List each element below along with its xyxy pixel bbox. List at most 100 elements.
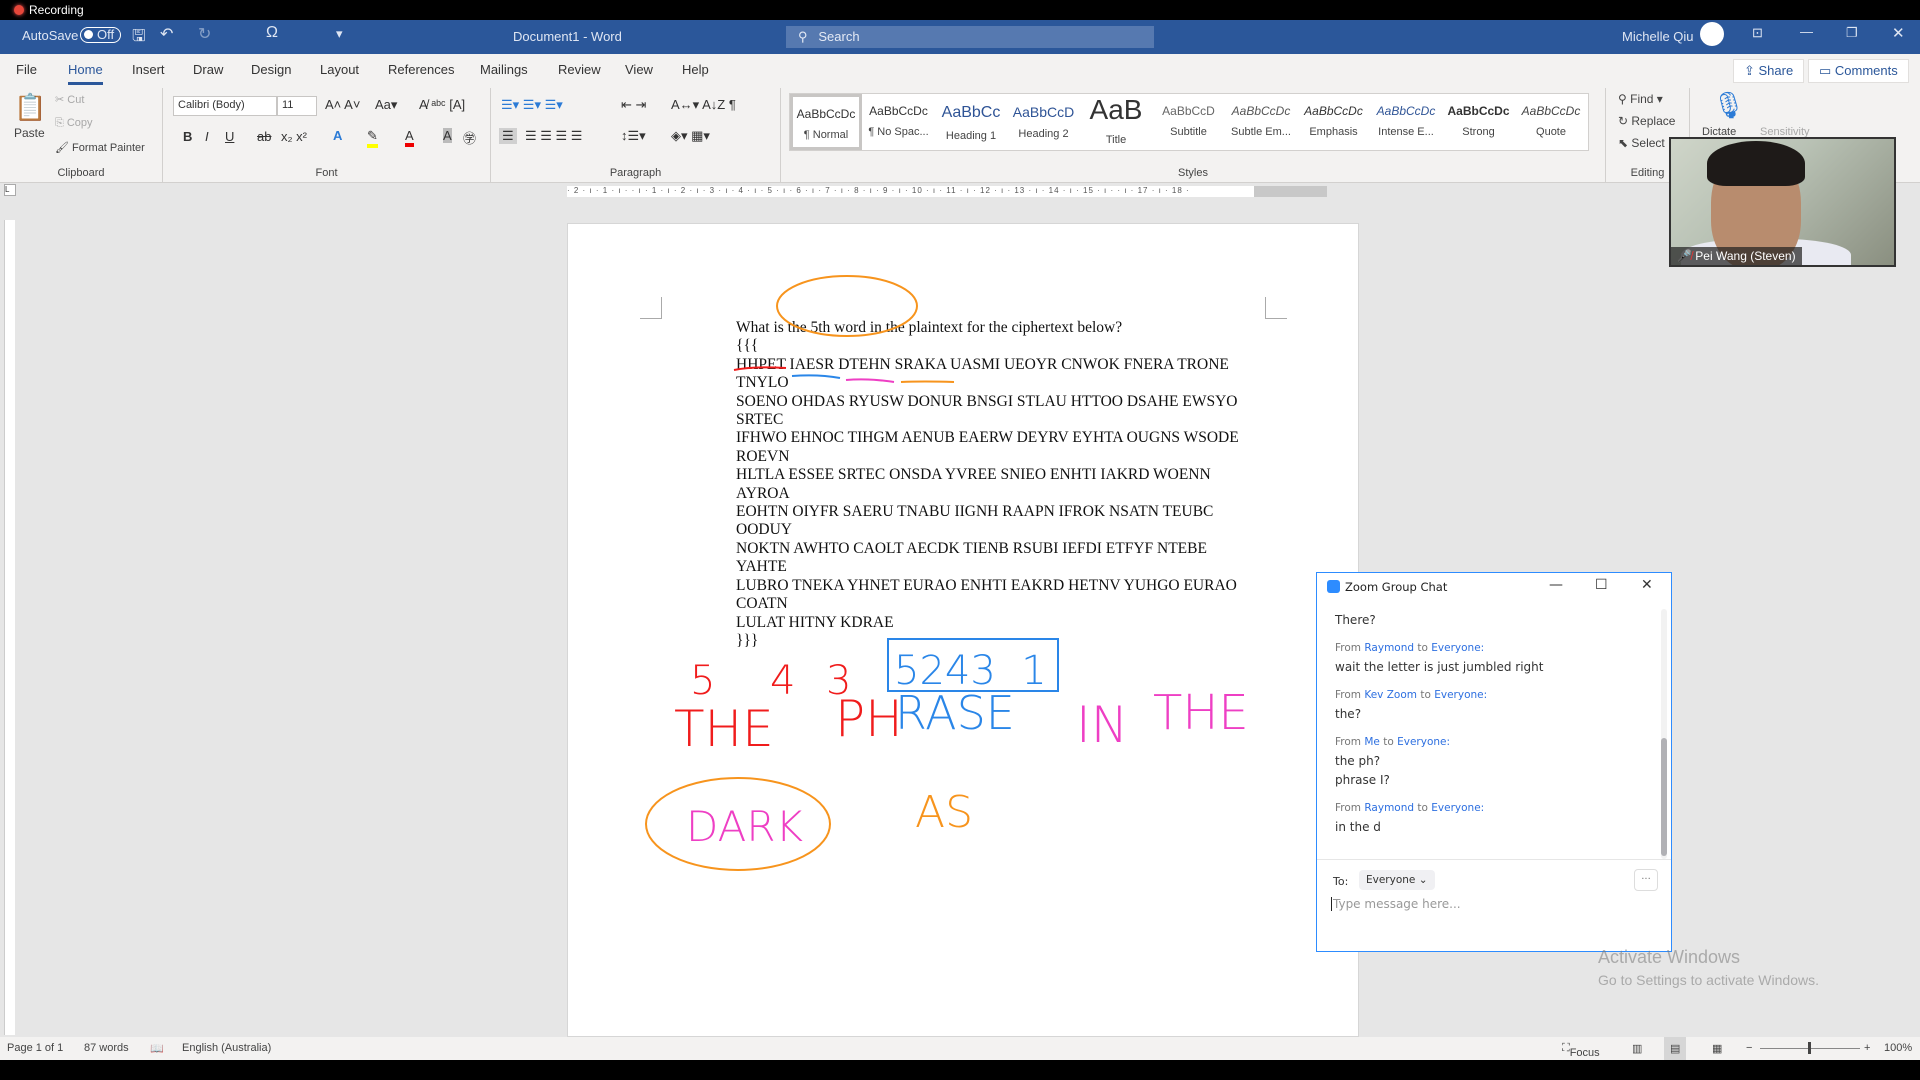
highlight-icon[interactable]: ✎ — [367, 128, 378, 148]
cut-button[interactable]: ✂ Cut — [55, 93, 84, 106]
borders-icon[interactable]: ◈▾ ▦▾ — [671, 128, 710, 144]
tab-view[interactable]: View — [625, 62, 653, 77]
close-icon[interactable]: ✕ — [1892, 24, 1905, 42]
replace-button[interactable]: ↻ Replace — [1618, 114, 1675, 128]
comments-button[interactable]: ▭ Comments — [1808, 59, 1909, 83]
focus-button[interactable]: ⛶ Focus — [1562, 1042, 1600, 1059]
style-emphasis[interactable]: AaBbCcDc Emphasis — [1298, 94, 1370, 150]
style-normal[interactable]: AaBbCcDc ¶ Normal — [790, 94, 862, 150]
indent-icon[interactable]: ⇤ ⇥ — [621, 97, 646, 113]
sender-name[interactable]: Raymond — [1364, 802, 1414, 814]
tab-mailings[interactable]: Mailings — [480, 62, 528, 77]
paste-icon[interactable]: 📋 — [14, 92, 46, 123]
font-color-icon[interactable]: A — [405, 128, 414, 147]
underline-icon[interactable]: U — [225, 129, 234, 144]
word-count[interactable]: 87 words — [84, 1042, 129, 1054]
user-name[interactable]: Michelle Qiu — [1622, 29, 1694, 44]
style-quote[interactable]: AaBbCcDc Quote — [1515, 94, 1587, 150]
sender-name[interactable]: Kev Zoom — [1364, 689, 1417, 701]
document-page[interactable]: What is the 5th word in the plaintext fo… — [567, 223, 1359, 1037]
sender-name[interactable]: Me — [1364, 736, 1380, 748]
chat-titlebar[interactable]: Zoom Group Chat — ☐ ✕ — [1317, 573, 1671, 601]
change-case-icon[interactable]: Aa▾ — [375, 97, 397, 113]
print-layout-icon[interactable]: ▤ — [1664, 1037, 1687, 1060]
sort-icon[interactable]: A↔▾ A↓Z ¶ — [671, 97, 736, 113]
font-size-select[interactable]: 11 — [277, 96, 317, 116]
tab-draw[interactable]: Draw — [193, 62, 223, 77]
tab-design[interactable]: Design — [251, 62, 291, 77]
ribbon-display-icon[interactable]: ⊡ — [1752, 25, 1763, 41]
tab-home[interactable]: Home — [68, 62, 103, 85]
ribbon: 📋 Paste ✂ Cut ⎘ Copy 🖌 Format Painter Cl… — [0, 88, 1920, 183]
clear-formatting-icon[interactable]: A̸ ᵃᵇᶜ [A] — [419, 97, 465, 112]
style-no-spac[interactable]: AaBbCcDc ¶ No Spac... — [863, 94, 935, 150]
autosave-toggle[interactable]: Off — [80, 27, 122, 43]
customize-toolbar-icon[interactable]: ▾ — [336, 26, 343, 42]
redo-icon[interactable]: ↻ — [198, 24, 211, 44]
video-thumbnail[interactable]: 🎤̸ Pei Wang (Steven) — [1669, 137, 1896, 267]
search-input[interactable]: ⚲ Search — [786, 26, 1154, 48]
strikethrough-icon[interactable]: ab — [257, 129, 271, 144]
style-heading-1[interactable]: AaBbCc Heading 1 — [935, 94, 1007, 150]
bold-icon[interactable]: B — [183, 129, 192, 144]
copy-button[interactable]: ⎘ Copy — [55, 117, 93, 130]
format-painter-button[interactable]: 🖌 Format Painter — [55, 141, 145, 154]
zoom-in-icon[interactable]: + — [1864, 1042, 1870, 1054]
minimize-icon[interactable]: — — [1800, 24, 1813, 39]
line-spacing-icon[interactable]: ↕☰▾ — [621, 128, 646, 144]
find-button[interactable]: ⚲ Find ▾ — [1618, 92, 1663, 106]
symbol-icon[interactable]: Ω — [266, 24, 278, 42]
style-subtitle[interactable]: AaBbCcD Subtitle — [1153, 94, 1225, 150]
style-subtle-em[interactable]: AaBbCcDc Subtle Em... — [1225, 94, 1297, 150]
page-count[interactable]: Page 1 of 1 — [7, 1042, 63, 1054]
style-strong[interactable]: AaBbCcDc Strong — [1443, 94, 1515, 150]
grow-font-icon[interactable]: A˄ A˅ — [325, 97, 360, 112]
maximize-icon[interactable]: ☐ — [1595, 577, 1608, 593]
zoom-level[interactable]: 100% — [1884, 1042, 1912, 1054]
web-layout-icon[interactable]: ▦ — [1712, 1042, 1722, 1055]
share-button[interactable]: ⇪ Share — [1733, 59, 1805, 83]
style-heading-2[interactable]: AaBbCcD Heading 2 — [1008, 94, 1080, 150]
more-options-button[interactable]: ··· — [1634, 869, 1658, 891]
bullets-icon[interactable]: ☰▾ ☰▾ ☰▾ — [501, 97, 563, 113]
zoom-out-icon[interactable]: − — [1746, 1042, 1752, 1054]
paste-button[interactable]: Paste — [14, 126, 45, 140]
enclose-icon[interactable]: ㊫ — [463, 128, 476, 147]
tab-references[interactable]: References — [388, 62, 454, 77]
microphone-icon[interactable]: 🎙 — [1712, 90, 1745, 121]
tab-selector[interactable]: L — [4, 184, 16, 196]
save-icon[interactable]: 🖫 — [132, 25, 146, 52]
style-intense-e[interactable]: AaBbCcDc Intense E... — [1370, 94, 1442, 150]
undo-icon[interactable]: ↶ — [160, 24, 173, 44]
tab-file[interactable]: File — [16, 62, 37, 77]
proofing-icon[interactable]: 📖 — [150, 1042, 164, 1055]
tab-layout[interactable]: Layout — [320, 62, 359, 77]
recipient-dropdown[interactable]: Everyone ⌄ — [1359, 870, 1435, 890]
vertical-ruler[interactable] — [4, 220, 15, 1035]
font-name-select[interactable]: Calibri (Body) — [173, 96, 277, 116]
italic-icon[interactable]: I — [205, 129, 209, 144]
style-name: Strong — [1462, 126, 1495, 138]
style-title[interactable]: AaB Title — [1080, 94, 1152, 150]
chat-scrollbar-thumb[interactable] — [1661, 738, 1667, 856]
sender-name[interactable]: Raymond — [1364, 642, 1414, 654]
tab-help[interactable]: Help — [682, 62, 709, 77]
avatar[interactable] — [1700, 22, 1724, 46]
restore-icon[interactable]: ❐ — [1846, 25, 1858, 41]
subscript-icon[interactable]: x₂ x² — [281, 129, 307, 144]
divider — [1317, 859, 1671, 860]
horizontal-ruler[interactable]: · 2 · ı · 1 · ı · · ı · 1 · ı · 2 · ı · … — [567, 186, 1327, 197]
zoom-slider-thumb[interactable] — [1808, 1042, 1811, 1054]
tab-insert[interactable]: Insert — [132, 62, 165, 77]
tab-review[interactable]: Review — [558, 62, 601, 77]
select-button[interactable]: ⬉ Select — [1618, 136, 1665, 150]
minimize-icon[interactable]: — — [1549, 577, 1563, 593]
shading-icon[interactable]: A — [443, 128, 452, 143]
align-left-icon[interactable]: ☰ — [499, 128, 517, 144]
message-input[interactable]: Type message here... — [1331, 897, 1461, 911]
align-buttons-icon[interactable]: ☰ ☰ ☰ ☰ — [525, 128, 582, 144]
language[interactable]: English (Australia) — [182, 1042, 271, 1054]
text-effects-icon[interactable]: A — [333, 128, 342, 143]
close-icon[interactable]: ✕ — [1641, 577, 1653, 593]
read-mode-icon[interactable]: ▥ — [1632, 1042, 1642, 1055]
